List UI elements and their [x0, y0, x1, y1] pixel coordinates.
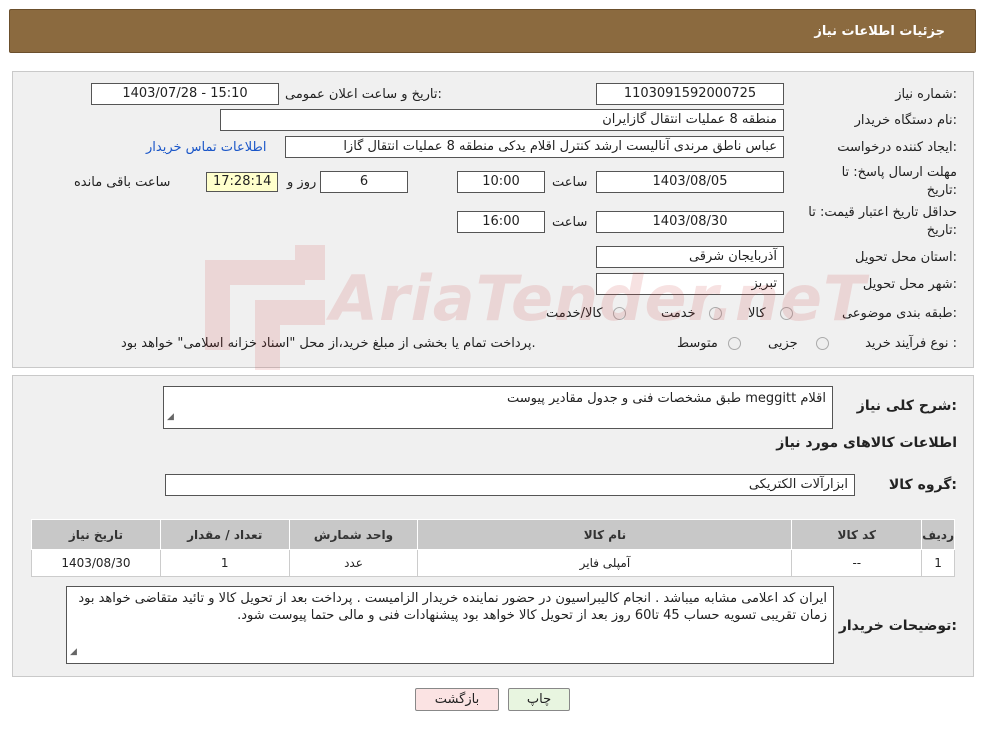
deadline-date-field[interactable]: 1403/08/05 — [596, 171, 784, 193]
table-row[interactable]: 1 -- آمپلی فایر عدد 1 1403/08/30 — [31, 549, 955, 577]
deadline-label-2: تاریخ: — [926, 183, 957, 198]
page-title: جزئیات اطلاعات نیاز — [814, 24, 945, 39]
validity-label-2: تاریخ: — [926, 223, 957, 238]
remaining-time-field: 17:28:14 — [206, 172, 278, 192]
col-header-name: نام کالا — [417, 519, 793, 550]
col-header-unit: واحد شمارش — [288, 519, 419, 550]
city-label: شهر محل تحویل: — [862, 277, 957, 292]
announce-label: تاریخ و ساعت اعلان عمومی: — [285, 87, 442, 102]
table-header-row: ردیف کد کالا نام کالا واحد شمارش تعداد /… — [31, 519, 955, 550]
goods-group-label: گروه کالا: — [888, 477, 957, 493]
deadline-time-label: ساعت — [552, 175, 588, 190]
need-number-field[interactable]: 1103091592000725 — [596, 83, 784, 105]
cell-need-date: 1403/08/30 — [31, 549, 161, 577]
process-radio-minor[interactable] — [816, 337, 829, 350]
creator-label: ایجاد کننده درخواست: — [837, 140, 957, 155]
process-option-medium: متوسط — [677, 336, 718, 351]
goods-table: ردیف کد کالا نام کالا واحد شمارش تعداد /… — [31, 519, 955, 577]
cell-name: آمپلی فایر — [417, 549, 793, 577]
col-header-need-date: تاریخ نیاز — [31, 519, 161, 550]
validity-time-field[interactable]: 16:00 — [457, 211, 545, 233]
buyer-label: نام دستگاه خریدار: — [854, 113, 957, 128]
cell-code: -- — [791, 549, 923, 577]
buyer-field[interactable]: منطقه 8 عملیات انتقال گازایران — [220, 109, 784, 131]
goods-info-title: اطلاعات کالاهای مورد نیاز — [776, 435, 957, 451]
resize-grip-icon[interactable]: ◢ — [167, 409, 174, 426]
remaining-label: ساعت باقی مانده — [74, 175, 171, 190]
creator-field[interactable]: عباس ناطق مرندی آنالیست ارشد کنترل اقلام… — [285, 136, 784, 158]
goods-group-field[interactable]: ابزارآلات الکتریکی — [165, 474, 855, 496]
need-details-panel: شرح کلی نیاز: اقلام meggitt طبق مشخصات ف… — [12, 375, 974, 677]
deadline-time-field[interactable]: 10:00 — [457, 171, 545, 193]
buyer-notes-text: ایران کد اعلامی مشابه میباشد . انجام کال… — [78, 591, 827, 623]
summary-field[interactable]: اقلام meggitt طبق مشخصات فنی و جدول مقاد… — [163, 386, 833, 429]
summary-text: اقلام meggitt طبق مشخصات فنی و جدول مقاد… — [506, 391, 826, 406]
announce-field[interactable]: 1403/07/28 - 15:10 — [91, 83, 279, 105]
need-number-label: شماره نیاز: — [895, 87, 957, 102]
col-header-row-number: ردیف — [921, 519, 955, 550]
print-button[interactable]: چاپ — [508, 688, 570, 711]
col-header-code: کد کالا — [791, 519, 923, 550]
buyer-notes-field[interactable]: ایران کد اعلامی مشابه میباشد . انجام کال… — [66, 586, 834, 664]
buyer-contact-link[interactable]: اطلاعات تماس خریدار — [146, 140, 266, 155]
process-note: پرداخت تمام یا بخشی از مبلغ خرید،از محل … — [121, 336, 536, 351]
process-radio-medium[interactable] — [728, 337, 741, 350]
validity-label-1: حداقل تاریخ اعتبار قیمت: تا — [808, 205, 957, 220]
process-label: نوع فرآیند خرید : — [865, 336, 957, 351]
resize-grip-icon[interactable]: ◢ — [70, 644, 77, 661]
deadline-label-1: مهلت ارسال پاسخ: تا — [841, 165, 957, 180]
page-header: جزئیات اطلاعات نیاز — [9, 9, 976, 53]
days-field[interactable]: 6 — [320, 171, 408, 193]
process-option-minor: جزیی — [768, 336, 798, 351]
buyer-notes-label: توضیحات خریدار: — [838, 618, 957, 634]
province-label: استان محل تحویل: — [855, 250, 957, 265]
days-label: روز و — [287, 175, 317, 190]
col-header-quantity: تعداد / مقدار — [159, 519, 290, 550]
validity-date-field[interactable]: 1403/08/30 — [596, 211, 784, 233]
cell-unit: عدد — [288, 549, 419, 577]
back-button[interactable]: بازگشت — [415, 688, 499, 711]
validity-time-label: ساعت — [552, 215, 588, 230]
summary-label: شرح کلی نیاز: — [856, 398, 957, 414]
watermark-text: AriaTender.neT — [330, 262, 867, 335]
cell-quantity: 1 — [159, 549, 290, 577]
cell-row-number: 1 — [921, 549, 955, 577]
